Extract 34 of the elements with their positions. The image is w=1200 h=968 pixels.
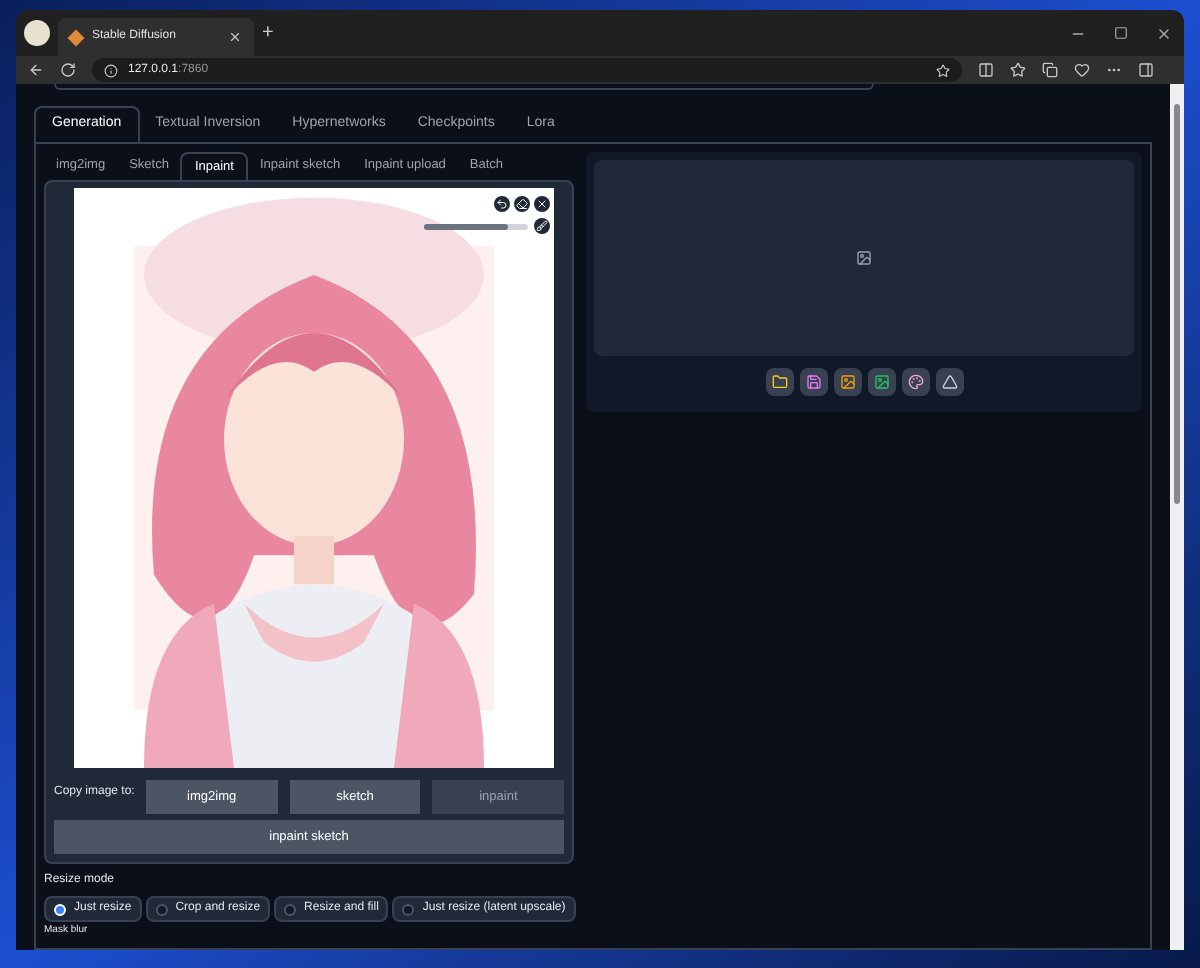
collections-icon[interactable]: [1042, 62, 1058, 78]
sidebar-icon[interactable]: [1138, 62, 1154, 78]
scrollbar[interactable]: [1170, 84, 1184, 950]
folder-button[interactable]: [765, 367, 793, 395]
image-icon: [856, 249, 872, 265]
save-button[interactable]: [799, 367, 827, 395]
star-icon[interactable]: [936, 63, 950, 77]
profile-avatar-icon[interactable]: [24, 20, 50, 46]
back-icon[interactable]: [28, 62, 44, 78]
close-icon: [536, 198, 548, 211]
send-to-img2img-button[interactable]: [833, 367, 861, 395]
brush-icon: [536, 220, 548, 233]
ruler-button[interactable]: [935, 367, 963, 395]
info-icon: [104, 63, 118, 77]
undo-icon: [496, 198, 508, 211]
heart-icon[interactable]: [1074, 62, 1090, 78]
image-icon: [839, 373, 855, 389]
favorites-icon[interactable]: [1010, 62, 1026, 78]
palette-button[interactable]: [901, 367, 929, 395]
new-tab-button[interactable]: +: [262, 18, 274, 48]
maximize-icon[interactable]: [1114, 26, 1128, 40]
triangle-icon: [941, 373, 957, 389]
save-icon: [805, 373, 821, 389]
split-screen-icon[interactable]: [978, 62, 994, 78]
reload-icon[interactable]: [60, 62, 76, 78]
eraser-icon: [516, 198, 528, 211]
palette-icon: [907, 373, 923, 389]
brush-size-slider[interactable]: [424, 223, 528, 230]
tab-favicon-icon: [67, 28, 85, 46]
folder-icon: [771, 373, 787, 389]
send-to-inpaint-button[interactable]: [867, 367, 895, 395]
close-icon[interactable]: [1156, 25, 1172, 41]
close-icon[interactable]: [228, 30, 242, 44]
image-icon: [873, 373, 889, 389]
